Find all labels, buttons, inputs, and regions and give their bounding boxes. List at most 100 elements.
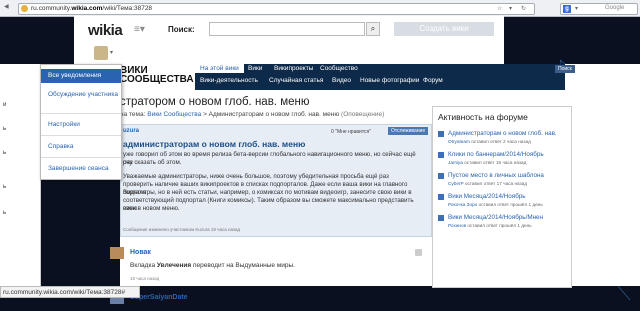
tab-community[interactable]: Сообщество [315, 64, 363, 73]
post-text-line: Уважаемые администраторы, ниже очень бол… [123, 173, 389, 180]
activity-item-title[interactable]: Вики Месяца/2014/Ноябрь [448, 193, 566, 200]
wiki-search-button[interactable]: Поиск [555, 65, 575, 73]
search-icon[interactable]: ⌕ [366, 22, 380, 36]
menu-item-help[interactable]: Справка [48, 143, 74, 150]
menu-item-all-notifications[interactable]: Все уведомления [48, 72, 101, 79]
breadcrumb: на тема: Вики Сообщества > Администратор… [120, 111, 384, 118]
activity-user[interactable]: CyberP [448, 181, 464, 186]
browser-toolbar: ◀ ru.community.wikia.com/wiki/Тема:38728… [0, 0, 640, 17]
wikia-logo[interactable]: wikia [88, 22, 123, 39]
subnav-wiki-activity[interactable]: Вики-деятельность [200, 77, 258, 84]
search-engine-label: Google [605, 5, 625, 11]
star-icon[interactable]: ☆ [497, 5, 502, 12]
user-menu-chevron-icon[interactable]: ▾ [110, 49, 113, 56]
discussion-icon [438, 215, 444, 221]
menu-item-user-talk[interactable]: Обсуждение участника [48, 91, 118, 99]
subnav-new-photos[interactable]: Новые фотографии [360, 77, 419, 84]
discussion-icon [438, 131, 444, 137]
post-meta: Сообщение изменено участником Kuzura 19 … [123, 227, 241, 232]
activity-user[interactable]: Рохинов [448, 223, 466, 228]
activity-rest: оставил ответ прошёл 1 день [466, 223, 532, 228]
activity-rest: оставил ответ 17 часа назад [463, 181, 528, 186]
activity-item-meta: Рохинов оставил ответ прошёл 1 день [448, 223, 532, 228]
reply-time: 18 часа назад [130, 276, 160, 281]
left-panel-item[interactable]: ь [3, 210, 6, 216]
menu-item-settings[interactable]: Настройки [48, 121, 80, 128]
post-text-line: очу сказать об этом. [123, 159, 182, 166]
post-author[interactable]: uzura [123, 128, 139, 134]
activity-item-meta: Рокочка Зоро оставил ответ прошёл 1 день [448, 202, 543, 207]
reply-avatar[interactable] [110, 247, 124, 259]
activity-item-meta: Otryateam оставил ответ 2 часа назад [448, 139, 531, 144]
activity-item-meta: Jamiya оставил ответ 15 часа назад [448, 160, 526, 165]
menu-divider [41, 135, 121, 136]
url-domain: wikia.com [71, 5, 103, 12]
search-input[interactable] [209, 22, 365, 36]
breadcrumb-prefix: на тема: [120, 111, 146, 118]
forum-post: uzura 0 "Мне нравится" Отслеживание адми… [120, 124, 432, 237]
wiki-page: ВИКИ СООБЩЕСТВА На этой вики Вики Википр… [110, 64, 640, 288]
breadcrumb-current: Администраторам о новом глоб. нав. меню [208, 111, 340, 118]
back-icon[interactable]: ◀ [4, 3, 9, 10]
post-likes[interactable]: 0 "Мне нравится" [331, 129, 371, 135]
address-bar[interactable]: ru.community.wikia.com/wiki/Тема:38728 ☆… [18, 3, 535, 15]
url-text: ru.community.wikia.com/wiki/Тема:38728 [31, 5, 152, 12]
user-avatar[interactable] [94, 46, 108, 60]
activity-rest: оставил ответ 2 часа назад [469, 139, 531, 144]
activity-item-meta: CyberP оставил ответ 17 часа назад [448, 181, 527, 186]
subnav-video[interactable]: Видео [332, 77, 351, 84]
tab-on-this-wiki[interactable]: На этой вики [195, 64, 244, 73]
create-wiki-button[interactable]: Создать вики [394, 22, 494, 36]
activity-item-title[interactable]: Пустое место в личных шаблона [448, 172, 566, 179]
menu-divider [41, 157, 121, 158]
like-icon[interactable] [415, 249, 422, 256]
reply-author[interactable]: Новак [130, 249, 151, 256]
search-engine-chevron-icon[interactable]: ▾ [575, 5, 578, 12]
left-panel-item[interactable]: ь [3, 150, 6, 156]
page-title: стратором о новом глоб. нав. меню [120, 96, 310, 108]
post-title: администраторам о новом глоб. нав. меню [123, 139, 306, 149]
breadcrumb-tag: (Оповещение) [341, 111, 385, 118]
activity-item-title[interactable]: Администраторам о новом глоб. нав. [448, 130, 566, 137]
reply-text-suffix: переводит на Выдуманные миры. [191, 262, 295, 269]
reply-text: Вкладка Увлечения переводит на Выдуманны… [130, 262, 295, 269]
activity-user[interactable]: Otryateam [448, 139, 470, 144]
post-text-line: Видеоигры, но в ней есть статьи, наприме… [123, 189, 412, 196]
wiki-wordmark[interactable]: ВИКИ СООБЩЕСТВА [120, 66, 194, 85]
notifications-dropdown: Все уведомления Обсуждение участника Нас… [40, 64, 122, 180]
wordmark-line2: СООБЩЕСТВА [120, 74, 194, 85]
wikia-global-bar: wikia ≡▾ Поиск: ⌕ Создать вики [74, 16, 504, 44]
subnav-random-article[interactable]: Случайная статья [269, 77, 323, 84]
discussion-icon [438, 173, 444, 179]
url-prefix: ru.community. [31, 5, 72, 12]
hamburger-menu-icon[interactable]: ≡▾ [134, 24, 145, 35]
activity-item-title[interactable]: Вики Месяца/2014/Ноябрь/Мнен [448, 214, 566, 221]
post-text-line: вики в новом меню. [123, 205, 180, 212]
browser-search-box[interactable]: g Google ▾ [560, 3, 638, 15]
left-panel-item[interactable]: и [3, 102, 6, 108]
reply-text-prefix: Вкладка [130, 262, 157, 269]
left-panel: и ь ь ь ь [0, 64, 41, 286]
forum-activity-module: Активность на форуме Администраторам о н… [432, 106, 572, 288]
google-icon: g [563, 5, 571, 13]
menu-item-logout[interactable]: Завершение сеанса [48, 165, 109, 172]
reload-icon[interactable]: ↻ [521, 5, 526, 12]
discussion-icon [438, 152, 444, 158]
user-bar: ▾ [74, 44, 504, 65]
activity-rest: оставил ответ прошёл 1 день [477, 202, 543, 207]
subnav-forum[interactable]: Форум [423, 77, 443, 84]
follow-button[interactable]: Отслеживание [388, 127, 429, 135]
tab-wikiprojects[interactable]: Википроекты [269, 64, 318, 73]
activity-item-title[interactable]: Клики по баннерам/2014/Ноябрь [448, 151, 566, 158]
tab-wikis[interactable]: Вики [243, 64, 267, 73]
activity-user[interactable]: Рокочка Зоро [448, 202, 477, 207]
discussion-icon [438, 194, 444, 200]
left-panel-item[interactable]: ь [3, 184, 6, 190]
breadcrumb-link[interactable]: Вики Сообщества [147, 111, 201, 118]
reply-text-bold: Увлечения [156, 262, 192, 269]
browser-status-bar: ru.community.wikia.com/wiki/Тема:38728# [0, 286, 140, 298]
dropdown-arrow-icon[interactable]: ▾ [509, 5, 512, 12]
activity-user[interactable]: Jamiya [448, 160, 463, 165]
left-panel-item[interactable]: ь [3, 126, 6, 132]
forum-reply: SuperSaiyanDate [110, 294, 310, 306]
